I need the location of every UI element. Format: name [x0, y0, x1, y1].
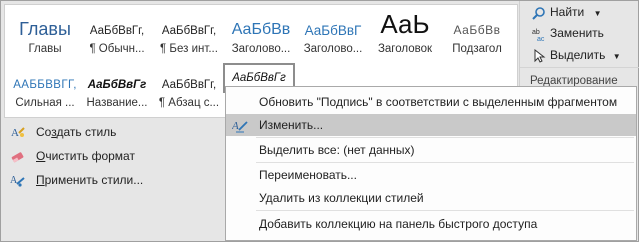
- find-label: Найти: [550, 5, 585, 19]
- apply-styles-icon: A: [10, 172, 26, 188]
- menu-item-remove-from-gallery[interactable]: Удалить из коллекции стилей: [226, 187, 636, 209]
- context-menu: Обновить "Подпись" в соответствии с выде…: [225, 86, 637, 241]
- apply-styles-item[interactable]: A Применить стили...: [4, 169, 224, 191]
- style-sample: АаБбВвГг,: [89, 25, 145, 37]
- style-tile-list-paragraph[interactable]: АаБбВвГг, ¶ Абзац с...: [153, 63, 225, 117]
- style-name: Заголовок: [377, 43, 433, 55]
- create-style-item[interactable]: A Создать стиль: [4, 121, 224, 143]
- editing-separator: [520, 67, 639, 68]
- style-tile-no-spacing[interactable]: АаБбВвГг, ¶ Без инт...: [153, 9, 225, 63]
- style-sample: АаБбВвГг: [232, 72, 286, 84]
- cursor-icon: [532, 48, 546, 63]
- clear-format-label: Очистить формат: [36, 149, 135, 163]
- style-sample: АаЬ: [380, 9, 430, 39]
- replace-button[interactable]: ab ac Заменить: [532, 26, 604, 46]
- svg-text:A: A: [232, 120, 239, 132]
- find-button[interactable]: Найти ▼: [532, 5, 602, 25]
- clear-format-item[interactable]: Очистить формат: [4, 145, 224, 167]
- style-sample: АаБбВв: [453, 23, 501, 37]
- svg-text:ab: ab: [532, 29, 540, 36]
- svg-text:ac: ac: [537, 36, 545, 41]
- style-tile-strong[interactable]: ААББВВГГ, Сильная ...: [9, 63, 81, 117]
- style-tile-heading-1[interactable]: АаБбВв Заголово...: [225, 9, 297, 63]
- style-tile-book-title[interactable]: АаБбВвГг Название...: [81, 63, 153, 117]
- style-name: ¶ Абзац с...: [158, 97, 220, 109]
- style-sample: АаБбВвГ: [304, 23, 362, 38]
- menu-item-update-caption[interactable]: Обновить "Подпись" в соответствии с выде…: [226, 91, 636, 113]
- chevron-down-icon: ▼: [612, 52, 621, 61]
- menu-item-add-to-quick-access[interactable]: Добавить коллекцию на панель быстрого до…: [226, 213, 636, 235]
- menu-item-label: Переименовать...: [259, 168, 357, 182]
- menu-separator: [256, 137, 634, 138]
- search-icon: [532, 6, 546, 20]
- menu-item-rename[interactable]: Переименовать...: [226, 164, 636, 186]
- clear-format-icon: [10, 148, 26, 164]
- new-style-icon: A: [10, 124, 26, 140]
- menu-separator: [256, 162, 634, 163]
- style-sample: АаБбВв: [231, 21, 291, 38]
- create-style-label: Создать стиль: [36, 125, 117, 139]
- style-tile-heading-2[interactable]: АаБбВвГ Заголово...: [297, 9, 369, 63]
- style-tile-headings[interactable]: Главы Главы: [9, 9, 81, 63]
- style-name: Заголово...: [303, 43, 363, 55]
- menu-item-label: Выделить все: (нет данных): [259, 143, 415, 157]
- style-tile-normal[interactable]: АаБбВвГг, ¶ Обычн...: [81, 9, 153, 63]
- styles-pane: Главы Главы АаБбВвГг, ¶ Обычн... АаБбВвГ…: [0, 0, 639, 242]
- select-button[interactable]: Выделить ▼: [532, 48, 621, 68]
- style-name: ¶ Обычн...: [89, 43, 145, 55]
- style-sample: ААББВВГГ,: [13, 79, 77, 91]
- style-name: Заголово...: [231, 43, 291, 55]
- chevron-down-icon: ▼: [593, 9, 602, 18]
- select-label: Выделить: [550, 48, 606, 62]
- modify-style-icon: A: [231, 117, 248, 133]
- replace-label: Заменить: [550, 26, 604, 40]
- menu-item-label: Добавить коллекцию на панель быстрого до…: [259, 217, 538, 231]
- replace-icon: ab ac: [532, 27, 546, 43]
- menu-item-label: Изменить...: [259, 118, 324, 132]
- apply-styles-label: Применить стили...: [36, 173, 144, 187]
- menu-separator: [256, 210, 634, 211]
- style-sample: Главы: [19, 19, 71, 39]
- style-name: Сильная ...: [15, 97, 75, 109]
- style-sample: АаБбВвГг,: [161, 25, 217, 37]
- menu-item-modify[interactable]: A Изменить...: [226, 114, 636, 136]
- style-sample: АаБбВвГг: [87, 79, 147, 91]
- menu-item-label: Удалить из коллекции стилей: [259, 191, 424, 205]
- style-tile-title[interactable]: АаЬ Заголовок: [369, 9, 441, 63]
- style-name: ¶ Без инт...: [160, 43, 218, 55]
- style-name: Название...: [86, 97, 148, 109]
- style-tile-subtitle[interactable]: АаБбВв Подзагол: [441, 9, 513, 63]
- menu-item-select-all[interactable]: Выделить все: (нет данных): [226, 139, 636, 161]
- style-name: Главы: [28, 43, 62, 55]
- svg-text:A: A: [11, 127, 19, 139]
- style-name: Подзагол: [452, 43, 502, 55]
- style-sample: АаБбВвГг,: [161, 79, 217, 91]
- menu-item-label: Обновить "Подпись" в соответствии с выде…: [259, 95, 618, 109]
- svg-text:A: A: [10, 175, 18, 186]
